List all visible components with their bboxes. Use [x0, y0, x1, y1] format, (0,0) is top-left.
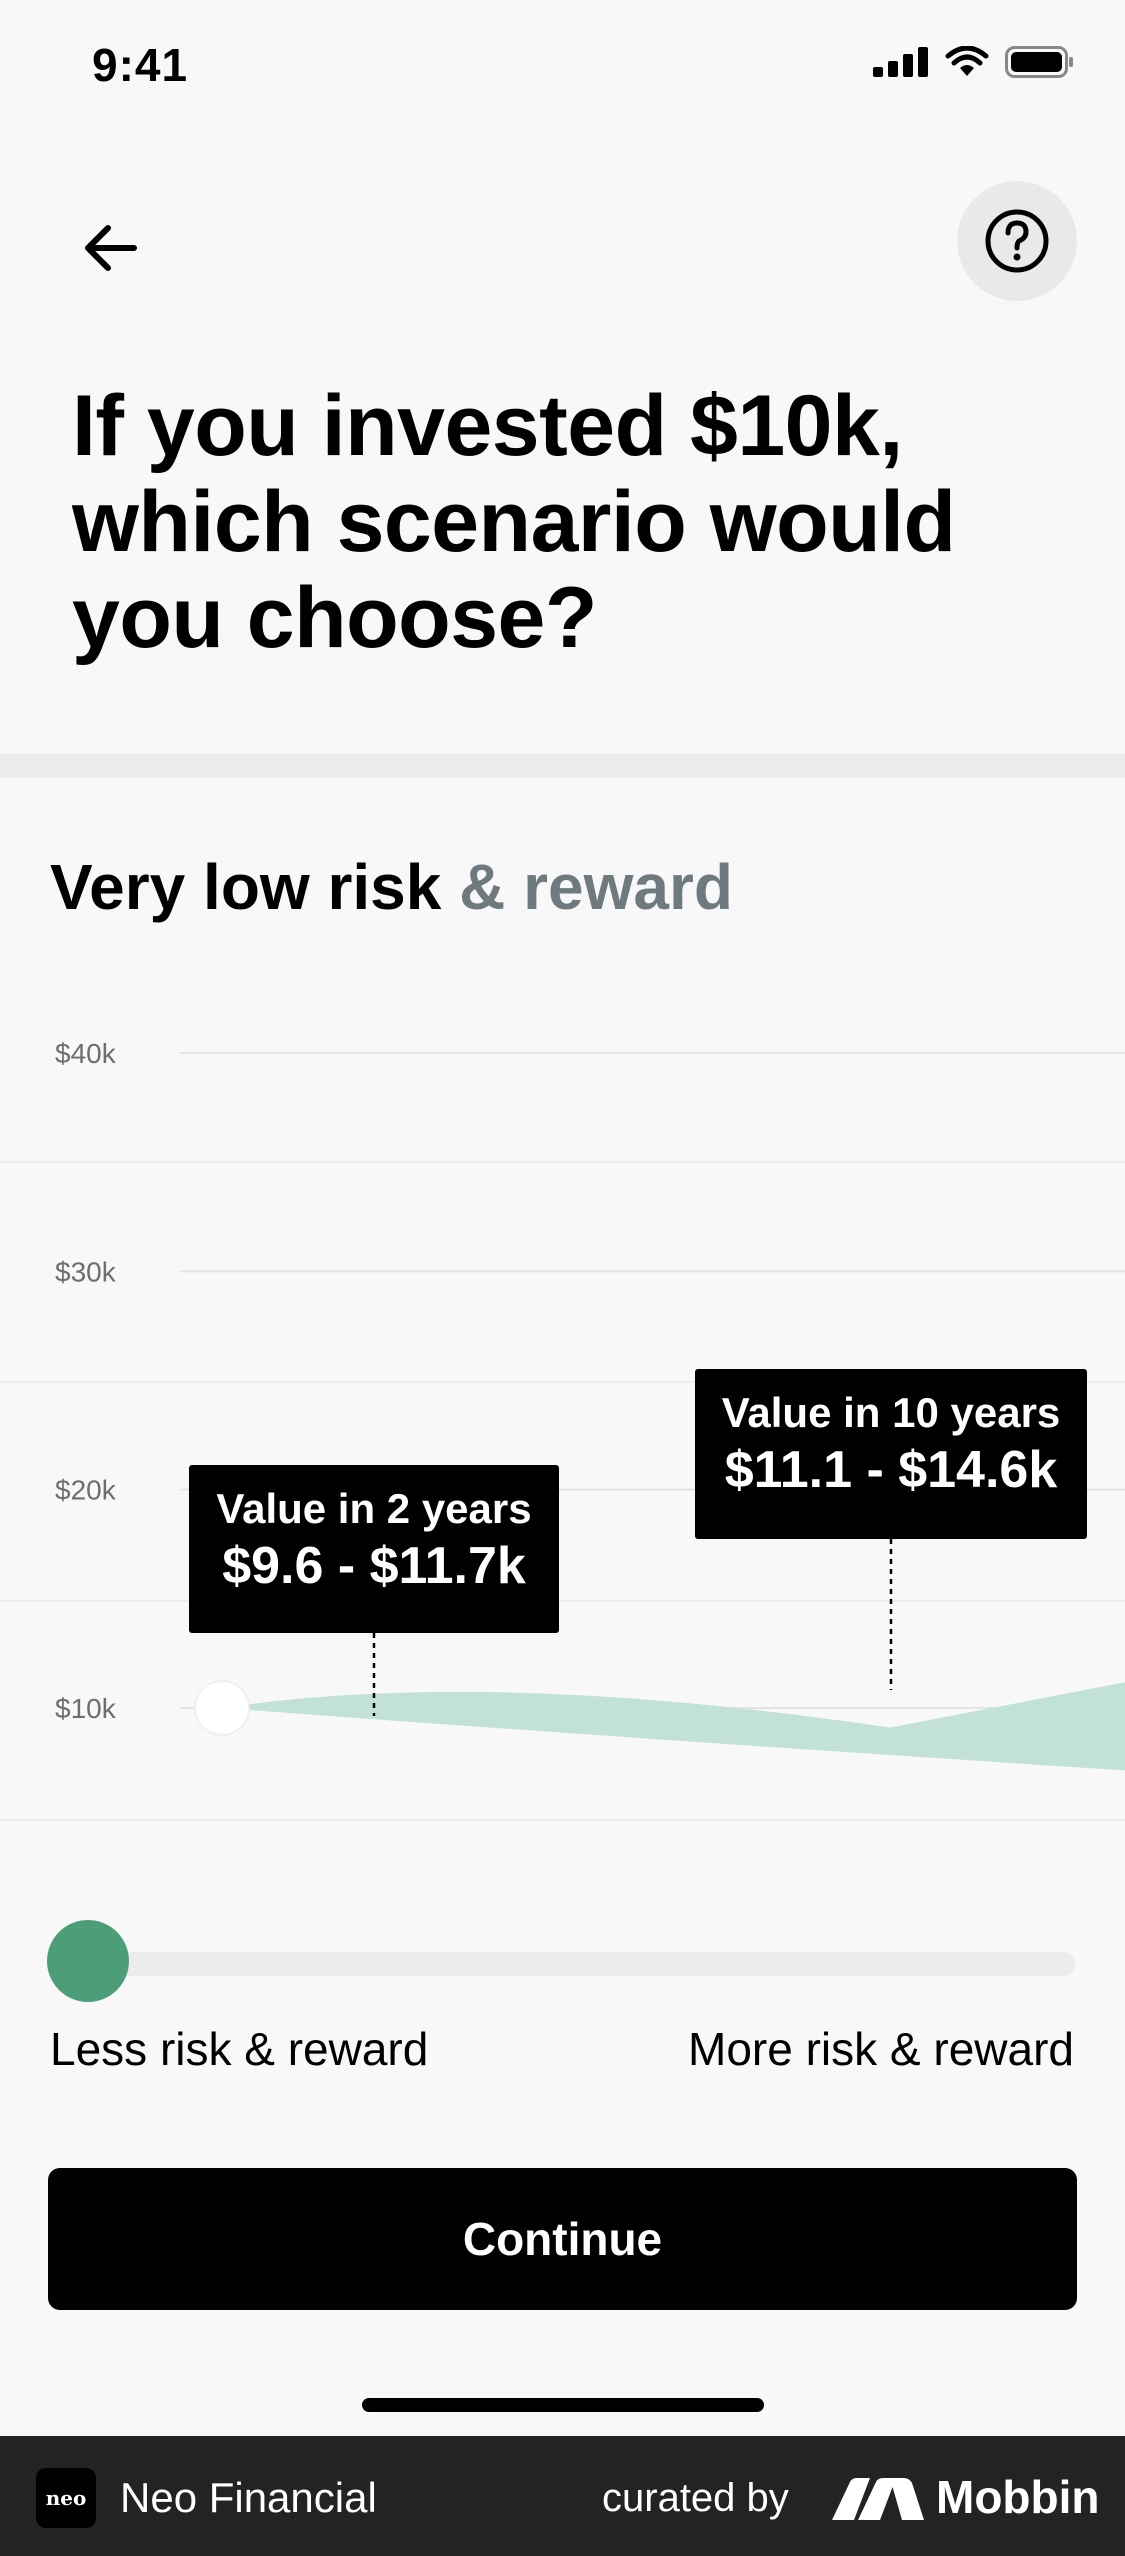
slider-max-label: More risk & reward [688, 2023, 1074, 2075]
risk-slider-track[interactable] [90, 1952, 1075, 1976]
risk-level-secondary: & reward [459, 851, 733, 923]
tooltip-2-years: Value in 2 years $9.6 - $11.7k [189, 1465, 559, 1633]
risk-level-primary: Very low risk [50, 851, 442, 923]
back-button[interactable] [62, 200, 158, 296]
arrow-left-icon [85, 225, 137, 271]
wifi-icon [945, 46, 989, 76]
risk-level-title: Very low risk & reward [50, 850, 733, 924]
battery-icon [1005, 46, 1073, 78]
y-tick-label: $40k [55, 1038, 117, 1069]
tooltip-2-years-value: $9.6 - $11.7k [222, 1537, 526, 1595]
home-indicator [362, 2398, 764, 2412]
page-title: If you invested $10k, which scenario wou… [72, 378, 956, 666]
footer-brand: Mobbin [936, 2471, 1100, 2523]
start-point [194, 1680, 250, 1736]
mobbin-logo-icon [832, 2478, 924, 2520]
slider-min-label: Less risk & reward [50, 2023, 429, 2075]
tooltip-10-years-value: $11.1 - $14.6k [724, 1441, 1058, 1499]
help-button[interactable] [957, 181, 1077, 301]
status-time: 9:41 [92, 39, 189, 91]
section-divider [0, 754, 1125, 778]
value-range-band [222, 1682, 1125, 1771]
signal-icon [873, 47, 928, 77]
y-tick-label: $20k [55, 1475, 117, 1506]
risk-slider-thumb[interactable] [47, 1920, 129, 2002]
question-circle-icon [985, 209, 1049, 273]
tooltip-10-years-label: Value in 10 years [721, 1389, 1061, 1436]
footer-app-name: Neo Financial [120, 2474, 377, 2521]
tooltip-10-years: Value in 10 years $11.1 - $14.6k [695, 1369, 1087, 1539]
y-tick-label: $10k [55, 1693, 117, 1724]
continue-button[interactable]: Continue [48, 2168, 1077, 2310]
y-tick-label: $30k [55, 1256, 117, 1287]
status-icons [873, 46, 1075, 78]
tooltip-2-years-label: Value in 2 years [216, 1485, 532, 1532]
neo-logo: neo [36, 2468, 96, 2528]
footer-curated-by: curated by [602, 2476, 789, 2520]
